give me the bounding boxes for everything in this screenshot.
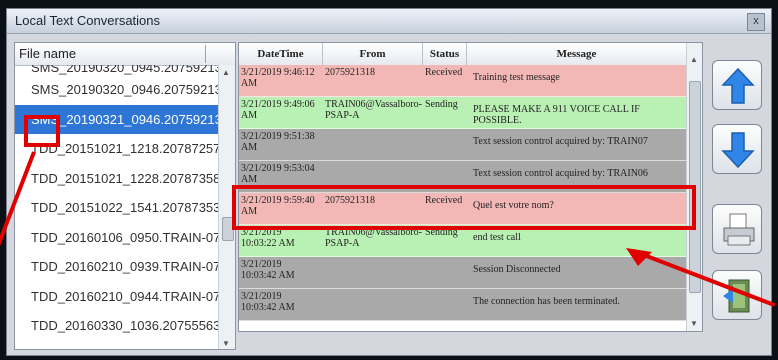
scroll-up-button[interactable] <box>712 60 762 110</box>
status-cell <box>423 289 467 320</box>
annotation-box-selected-file <box>24 115 60 147</box>
message-cell: PLEASE MAKE A 911 VOICE CALL IF POSSIBLE… <box>473 104 640 126</box>
file-list-item[interactable]: TDD_20160330_1150.TRAIN-07... <box>15 341 219 350</box>
message-cell: Training test message <box>473 72 560 83</box>
message-row[interactable]: 3/21/2019 9:49:06 AM TRAIN06@Vassalboro- … <box>239 97 687 129</box>
from-column-header[interactable]: From <box>323 43 423 65</box>
scroll-up-arrow-icon[interactable]: ▲ <box>222 68 230 77</box>
message-cell: Text session control acquired by: TRAIN0… <box>473 136 648 147</box>
file-list-panel: File name SMS_20190320_0945.20759213... S… <box>14 42 236 350</box>
datetime-cell: 3/21/2019 9:49:06 AM <box>241 99 315 121</box>
message-row[interactable]: 3/21/2019 9:46:12 AM 2075921318 Received Tr… <box>239 65 687 97</box>
datetime-cell: 3/21/2019 10:03:42 AM <box>241 259 295 281</box>
datetime-cell: 3/21/2019 9:51:38 AM <box>241 131 315 153</box>
message-row[interactable]: 3/21/2019 10:03:42 AM The connection has … <box>239 289 687 321</box>
datetime-column-header[interactable]: DateTime <box>239 43 323 65</box>
status-cell: Received <box>425 67 463 78</box>
from-cell: 2075921318 <box>325 67 375 78</box>
file-list-item[interactable]: SMS_20190320_0946.20759213... <box>15 75 219 105</box>
file-name-header-label: File name <box>19 46 77 61</box>
printer-icon <box>723 213 755 246</box>
message-row[interactable]: 3/21/2019 10:03:42 AM Session Disconnecte… <box>239 257 687 289</box>
file-list-item[interactable]: TDD_20151022_1541.20787353... <box>15 193 219 223</box>
status-column-header[interactable]: Status <box>423 43 467 65</box>
file-list-item[interactable]: TDD_20160210_0944.TRAIN-07... <box>15 282 219 312</box>
column-separator[interactable] <box>205 45 206 63</box>
close-button[interactable]: x <box>747 13 765 31</box>
arrow-up-icon <box>721 67 755 104</box>
status-cell <box>423 257 467 288</box>
print-button[interactable] <box>712 204 762 254</box>
message-column-header[interactable]: Message <box>467 43 687 65</box>
file-list-item[interactable]: TDD_20160106_0950.TRAIN-07... <box>15 223 219 253</box>
annotation-box-message-row <box>232 185 696 230</box>
status-cell: Sending <box>425 99 458 110</box>
scroll-down-arrow-icon[interactable]: ▼ <box>690 319 698 328</box>
file-list-item[interactable]: SMS_20190320_0945.20759213... <box>15 65 219 75</box>
scroll-down-arrow-icon[interactable]: ▼ <box>222 339 230 348</box>
scroll-down-button[interactable] <box>712 124 762 174</box>
file-list: SMS_20190320_0945.20759213... SMS_2019032… <box>15 65 219 350</box>
message-grid-header: DateTime From Status Message <box>239 43 702 66</box>
window-title: Local Text Conversations <box>15 13 161 28</box>
scroll-up-arrow-icon[interactable]: ▲ <box>690 55 698 64</box>
annotation-arrowhead <box>626 248 652 266</box>
message-cell: Session Disconnected <box>473 264 561 275</box>
file-list-item[interactable]: TDD_20151021_1228.20787358... <box>15 164 219 194</box>
top-border <box>0 0 778 8</box>
datetime-cell: 3/21/2019 9:46:12 AM <box>241 67 315 89</box>
file-name-column-header[interactable]: File name <box>15 43 235 66</box>
file-list-item[interactable]: TDD_20160330_1036.20755563... <box>15 311 219 341</box>
datetime-cell: 3/21/2019 10:03:42 AM <box>241 291 295 313</box>
file-list-item[interactable]: TDD_20160210_0939.TRAIN-07... <box>15 252 219 282</box>
from-cell: TRAIN06@Vassalboro- PSAP-A <box>325 99 422 121</box>
arrow-down-icon <box>721 132 755 169</box>
status-cell <box>423 129 467 160</box>
message-row[interactable]: 3/21/2019 9:51:38 AM Text session control… <box>239 129 687 161</box>
from-cell <box>323 289 423 320</box>
title-bar: Local Text Conversations x <box>7 9 771 34</box>
from-cell <box>323 129 423 160</box>
from-cell <box>323 257 423 288</box>
message-cell: The connection has been terminated. <box>473 296 620 307</box>
